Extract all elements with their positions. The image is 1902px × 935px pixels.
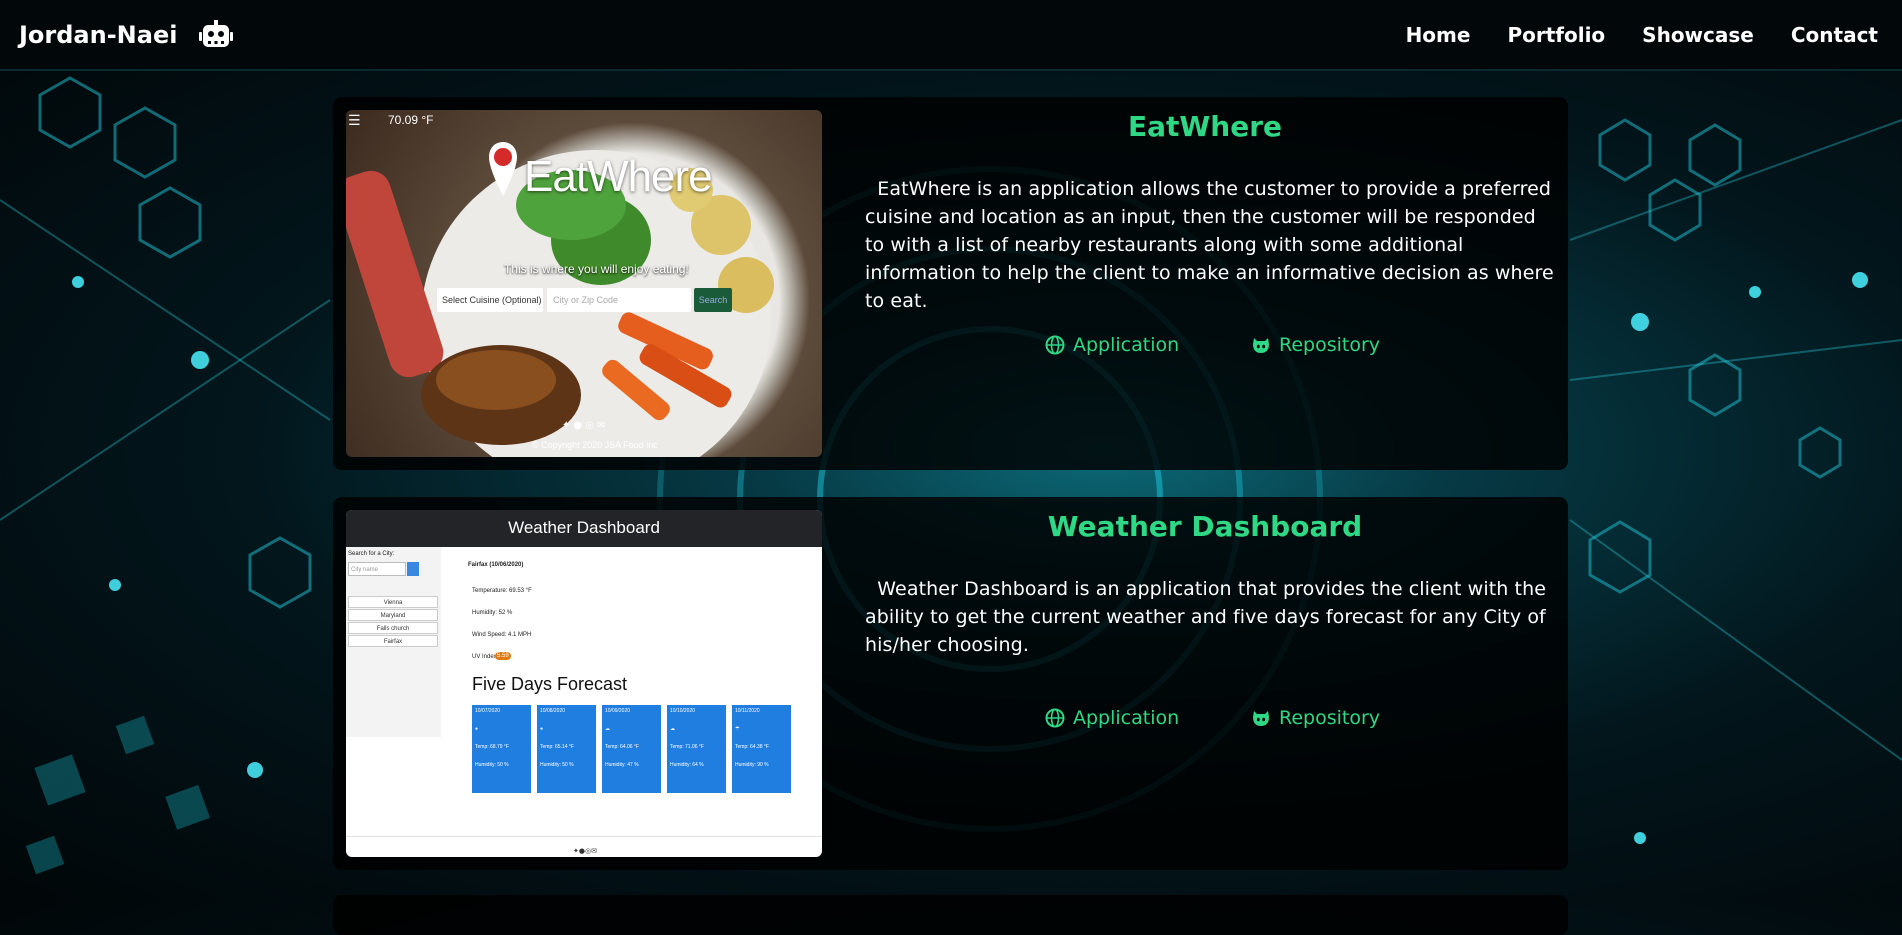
nav-showcase[interactable]: Showcase (1642, 23, 1754, 47)
map-pin-icon (489, 142, 517, 196)
project-title: Weather Dashboard (1047, 510, 1363, 543)
wx-city-item: Falls church (348, 622, 438, 634)
project-title: EatWhere (1127, 110, 1282, 143)
wx-forecast-card: 10/11/2020 ☂ Temp: 64.38 °F Humidity: 90 % (732, 705, 791, 793)
project-description: Weather Dashboard is an application that… (865, 578, 1547, 656)
wx-footer-divider (346, 836, 822, 837)
social-icons: ✦●◎✉ (562, 420, 609, 431)
project-card-weather: Weather Dashboard Search for a City: Cit… (333, 497, 1568, 870)
project-card-eatwhere: ☰ 70.09 °F EatWhere This is where you wi… (333, 97, 1568, 470)
nav-portfolio[interactable]: Portfolio (1507, 23, 1605, 47)
application-label: Application (1073, 334, 1180, 356)
project-screenshot: Weather Dashboard Search for a City: Cit… (346, 510, 822, 857)
github-icon (1253, 338, 1269, 353)
wx-humidity: Humidity: 52 % (472, 610, 513, 616)
wx-city-item: Vienna (348, 596, 438, 608)
wx-city-item: Maryland (348, 609, 438, 621)
zip-input: City or Zip Code (547, 288, 691, 312)
project-description: EatWhere is an application allows the cu… (865, 178, 1554, 312)
project-card-next (333, 895, 1568, 935)
wx-search-label: Search for a City: (348, 551, 395, 557)
nav-home[interactable]: Home (1406, 23, 1471, 47)
github-icon (1253, 711, 1269, 726)
repository-link[interactable]: Repository (1251, 707, 1380, 729)
tagline: This is where you will enjoy eating! (504, 262, 689, 276)
wx-wind: Wind Speed: 4.1 MPH (472, 632, 532, 638)
wx-header: Weather Dashboard (346, 510, 822, 547)
wx-uv-value: 5.59 (495, 652, 511, 660)
repository-label: Repository (1279, 334, 1381, 356)
globe-icon (1045, 708, 1065, 728)
nav-contact[interactable]: Contact (1791, 23, 1878, 47)
wx-forecast-title: Five Days Forecast (472, 674, 628, 694)
application-link[interactable]: Application (1045, 707, 1251, 729)
wx-city-item: Fairfax (348, 635, 438, 647)
menu-icon: ☰ (348, 113, 361, 129)
wx-forecast-card: 10/10/2020 ☁ Temp: 71.06 °F Humidity: 64 % (667, 705, 726, 793)
search-button: Search (694, 288, 732, 312)
wx-search-button (407, 562, 419, 576)
social-icons: ✦●◎✉ (573, 847, 597, 855)
project-links: Application Repository (1045, 707, 1380, 729)
application-label: Application (1073, 707, 1180, 729)
wx-forecast-card: 10/08/2020 ● Temp: 65.14 °F Humidity: 50 % (537, 705, 596, 793)
wx-search-input: City name (348, 562, 406, 576)
robot-icon (199, 19, 234, 47)
project-screenshot: ☰ 70.09 °F EatWhere This is where you wi… (346, 110, 822, 457)
brand-link[interactable]: Jordan-Naei (19, 21, 177, 49)
wx-current-city: Fairfax (10/06/2020) (468, 562, 524, 568)
globe-icon (1045, 335, 1065, 355)
brand: Jordan-Naei (19, 19, 234, 50)
eatwhere-logo: EatWhere (524, 152, 713, 201)
wx-forecast-card: 10/09/2020 ☁ Temp: 64.06 °F Humidity: 47 % (602, 705, 661, 793)
project-links: Application Repository (1045, 334, 1380, 356)
nav-links: Home Portfolio Showcase Contact (1406, 23, 1878, 47)
wx-temperature: Temperature: 69.53 °F (472, 588, 532, 594)
copyright: © Copyright 2020 JSA Food inc (532, 440, 658, 450)
weather-temp: 70.09 °F (388, 113, 434, 127)
repository-label: Repository (1279, 707, 1381, 729)
cuisine-select: Select Cuisine (Optional) (437, 288, 543, 312)
wx-forecast-card: 10/07/2020 ● Temp: 68.79 °F Humidity: 50 % (472, 705, 531, 793)
repository-link[interactable]: Repository (1251, 334, 1380, 356)
top-navbar: Jordan-Naei Home Portfolio Showcase Cont… (0, 0, 1902, 71)
application-link[interactable]: Application (1045, 334, 1251, 356)
